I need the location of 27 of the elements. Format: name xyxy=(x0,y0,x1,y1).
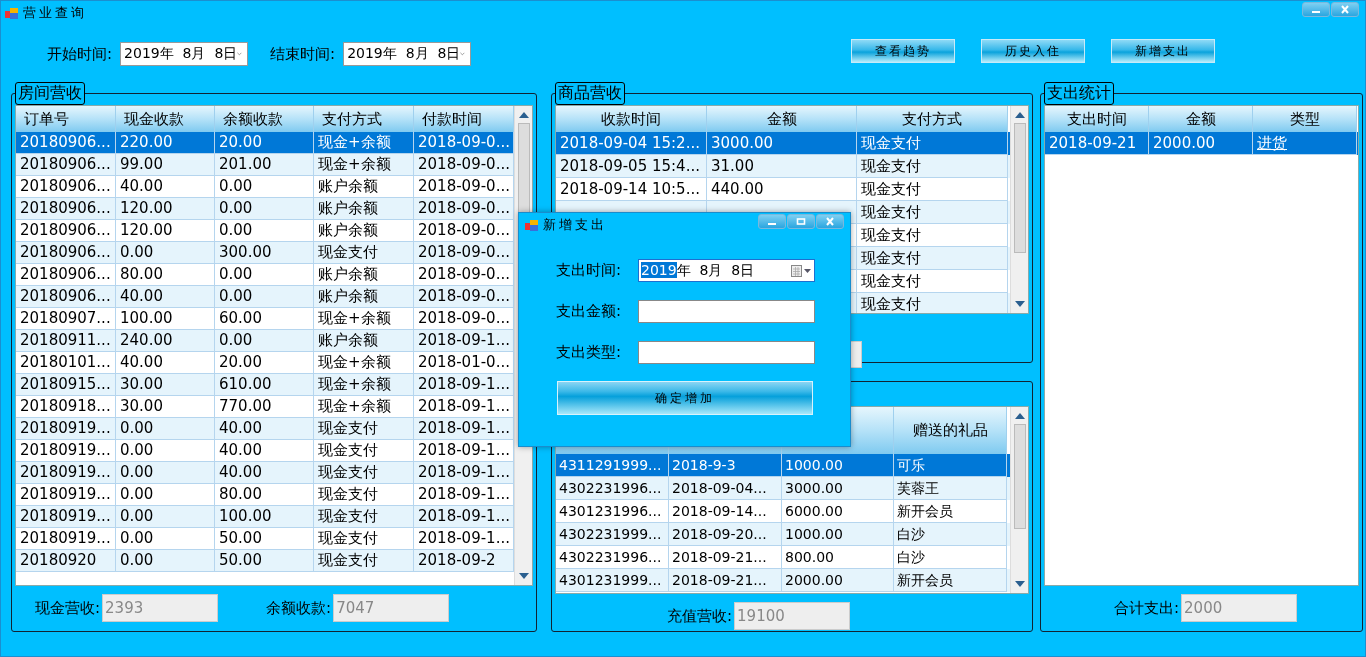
table-cell: 4301231999... xyxy=(556,569,669,592)
total-label: 合计支出: xyxy=(1114,598,1180,618)
window-title: 营业查询 xyxy=(23,4,87,22)
total-field: 19100 xyxy=(734,602,851,630)
table-cell: 2000.00 xyxy=(1149,132,1253,155)
date-label: 开始时间: xyxy=(47,44,113,64)
table-cell: 2018-09-21... xyxy=(669,569,782,592)
total-label: 现金营收: xyxy=(35,598,101,618)
table-cell: 0.00 xyxy=(116,550,215,572)
table-cell: 2018-09-21 xyxy=(1045,132,1149,155)
table-cell: 现金支付 xyxy=(857,293,1008,313)
table-cell: 进货 xyxy=(1253,132,1357,155)
table-cell: 20180920 xyxy=(16,550,116,572)
table-cell: 50.00 xyxy=(215,550,314,572)
total-field: 2000 xyxy=(1181,594,1298,622)
field-label: 支出时间: xyxy=(556,261,623,280)
total-label: 余额收款: xyxy=(266,598,332,618)
dialog-title: 新增支出 xyxy=(543,216,607,234)
table-cell: 现金支付 xyxy=(314,550,414,572)
table-cell: 新开会员 xyxy=(894,569,1007,592)
field-label: 支出类型: xyxy=(556,343,623,362)
total-field: 2393 xyxy=(102,594,219,622)
date-label: 结束时间: xyxy=(270,44,336,64)
total-field: 7047 xyxy=(333,594,450,622)
total-label: 充值营收: xyxy=(667,606,733,626)
table-cell: 2000.00 xyxy=(782,569,894,592)
field-label: 支出金额: xyxy=(556,302,623,321)
